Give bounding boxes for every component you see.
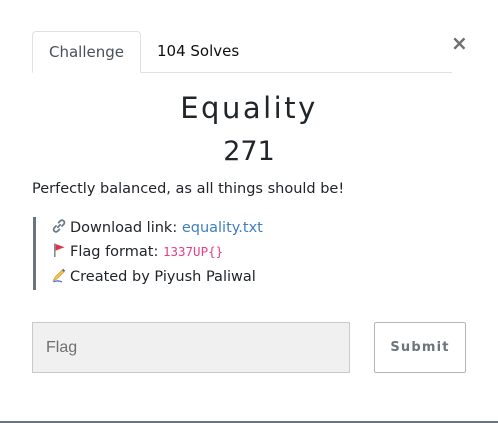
flag-format-label: Flag format: bbox=[70, 244, 163, 260]
submit-button[interactable]: Submit bbox=[374, 322, 466, 373]
download-line: Download link: equality.txt bbox=[51, 218, 263, 238]
challenge-description: Perfectly balanced, as all things should… bbox=[32, 181, 345, 197]
challenge-name: Equality bbox=[180, 91, 318, 125]
tab-solves[interactable]: 104 Solves bbox=[141, 31, 255, 72]
flag-format-code: 1337UP{} bbox=[162, 244, 224, 259]
author-line: Created by Piyush Paliwal bbox=[51, 267, 256, 287]
red-flag-icon bbox=[51, 242, 67, 258]
challenge-value: 271 bbox=[223, 136, 275, 167]
download-link[interactable]: equality.txt bbox=[182, 220, 263, 236]
author-text: Created by Piyush Paliwal bbox=[70, 269, 256, 285]
challenge-modal: × Challenge 104 Solves Equality 271 Perf… bbox=[0, 0, 498, 423]
challenge-details-blockquote: Download link: equality.txt Flag format:… bbox=[33, 217, 351, 290]
close-button[interactable]: × bbox=[451, 33, 468, 53]
writing-hand-icon bbox=[51, 267, 67, 283]
tab-challenge[interactable]: Challenge bbox=[32, 31, 141, 73]
flag-format-line: Flag format: 1337UP{} bbox=[51, 242, 223, 262]
download-label: Download link: bbox=[70, 220, 182, 236]
flag-input[interactable] bbox=[32, 322, 350, 373]
link-icon bbox=[51, 218, 67, 234]
challenge-tabs: Challenge 104 Solves bbox=[32, 31, 452, 73]
